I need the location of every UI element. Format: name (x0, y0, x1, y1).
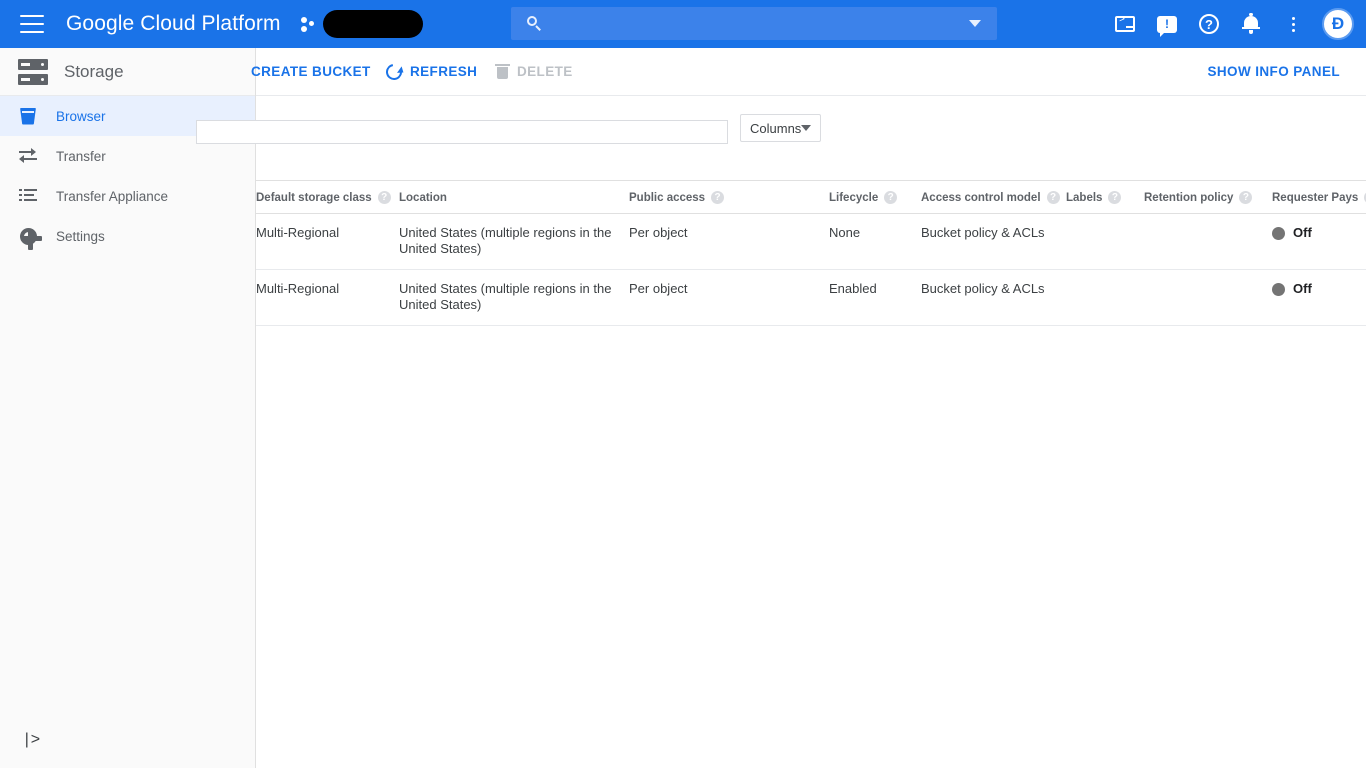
action-toolbar: CREATE BUCKET REFRESH DELETE SHOW INFO P… (251, 48, 1366, 96)
sidebar-item-label: Settings (56, 228, 105, 244)
column-label: Access control model (921, 191, 1041, 204)
cell-location: United States (multiple regions in the U… (399, 213, 629, 270)
help-icon[interactable]: ? (1196, 11, 1222, 37)
refresh-button[interactable]: REFRESH (382, 60, 478, 83)
search-icon (527, 16, 542, 31)
help-icon[interactable]: ? (377, 191, 391, 204)
sidebar-footer: |> (0, 720, 256, 760)
more-options-icon[interactable] (1280, 11, 1306, 37)
table-body: Multi-Regional United States (multiple r… (256, 213, 1366, 326)
appliance-list-icon (0, 188, 56, 204)
cell-lifecycle: Enabled (829, 269, 921, 326)
chevron-down-icon (801, 125, 812, 131)
sidebar-item-label: Browser (56, 108, 106, 124)
create-bucket-button[interactable]: CREATE BUCKET (251, 64, 371, 79)
create-bucket-label: CREATE BUCKET (251, 64, 371, 79)
column-header-requester-pays[interactable]: Requester Pays ? (1272, 180, 1366, 214)
cell-public-access: Per object (629, 269, 829, 326)
column-label: Requester Pays (1272, 191, 1359, 204)
help-icon[interactable]: ? (1108, 191, 1122, 204)
cell-retention-policy (1144, 213, 1272, 270)
column-header-location[interactable]: Location (399, 180, 629, 214)
main-content: CREATE BUCKET REFRESH DELETE SHOW INFO P… (196, 48, 1366, 768)
columns-dropdown[interactable]: Columns (740, 114, 821, 142)
column-label: Retention policy (1144, 191, 1234, 204)
cell-storage-class: Multi-Regional (256, 213, 399, 270)
trash-icon (495, 64, 510, 79)
gear-icon (0, 227, 56, 250)
sidebar-item-label: Transfer Appliance (56, 188, 169, 204)
delete-label: DELETE (517, 64, 573, 79)
cell-location: United States (multiple regions in the U… (399, 269, 629, 326)
help-icon[interactable]: ? (884, 191, 898, 204)
column-header-retention-policy[interactable]: Retention policy ? (1144, 180, 1272, 214)
column-header-labels[interactable]: Labels ? (1066, 180, 1144, 214)
cell-access-control-model: Bucket policy & ACLs (921, 269, 1066, 326)
buckets-table-wrapper: Default storage class ? Location Public … (256, 180, 1366, 326)
sidebar-header: Storage (0, 48, 255, 96)
requester-pays-label: Off (1293, 281, 1312, 296)
refresh-label: REFRESH (410, 64, 478, 79)
help-icon[interactable]: ? (1046, 191, 1060, 204)
filter-input[interactable] (197, 121, 727, 143)
column-header-default-storage-class[interactable]: Default storage class ? (256, 180, 399, 214)
header-actions: ! ? Ɖ (1112, 0, 1354, 48)
project-dots-icon (300, 15, 317, 33)
feedback-icon[interactable]: ! (1154, 11, 1180, 37)
sidebar: Storage Browser Transfer Transfer Applia… (0, 48, 256, 768)
column-label: Public access (629, 191, 706, 204)
cell-storage-class: Multi-Regional (256, 269, 399, 326)
refresh-icon (382, 60, 406, 83)
cell-requester-pays: Off (1272, 269, 1366, 326)
column-label: Labels (1066, 191, 1103, 204)
requester-pays-status-dot (1272, 282, 1285, 296)
product-title: Storage (64, 61, 124, 81)
page-title: Google Cloud Platform (66, 12, 281, 35)
column-label: Default storage class (256, 191, 372, 204)
column-label: Lifecycle (829, 191, 879, 204)
requester-pays-label: Off (1293, 225, 1312, 240)
sidebar-item-label: Transfer (56, 148, 106, 164)
buckets-table: Default storage class ? Location Public … (256, 180, 1366, 326)
column-header-access-control-model[interactable]: Access control model ? (921, 180, 1066, 214)
column-header-public-access[interactable]: Public access ? (629, 180, 829, 214)
filter-field[interactable] (196, 120, 728, 144)
cell-retention-policy (1144, 269, 1272, 326)
bucket-icon (0, 107, 56, 125)
project-selector[interactable] (322, 10, 423, 38)
cell-access-control-model: Bucket policy & ACLs (921, 213, 1066, 270)
table-header: Default storage class ? Location Public … (256, 180, 1366, 214)
top-app-bar: Google Cloud Platform ! ? Ɖ (0, 0, 1366, 48)
table-header-row: Default storage class ? Location Public … (256, 180, 1366, 214)
filter-toolbar: Columns (196, 96, 1366, 164)
storage-icon (18, 58, 48, 85)
cell-labels (1066, 213, 1144, 270)
search-input[interactable] (554, 15, 969, 32)
sidebar-item-transfer-appliance[interactable]: Transfer Appliance (0, 176, 255, 216)
expand-panel-icon[interactable]: |> (22, 731, 40, 749)
table-row[interactable]: Multi-Regional United States (multiple r… (256, 213, 1366, 270)
cell-labels (1066, 269, 1144, 326)
cell-lifecycle: None (829, 213, 921, 270)
delete-button: DELETE (495, 64, 573, 79)
search-chevron-down-icon[interactable] (969, 20, 981, 27)
notifications-icon[interactable] (1238, 11, 1264, 37)
transfer-arrows-icon (0, 148, 56, 163)
cell-requester-pays: Off (1272, 213, 1366, 270)
requester-pays-status-dot (1272, 226, 1285, 240)
show-info-panel-button[interactable]: SHOW INFO PANEL (1208, 64, 1341, 79)
hamburger-menu-icon[interactable] (20, 15, 44, 33)
global-search[interactable] (511, 7, 997, 40)
sidebar-item-settings[interactable]: Settings (0, 216, 255, 256)
columns-label: Columns (750, 120, 802, 136)
cloud-shell-icon[interactable] (1112, 11, 1138, 37)
help-icon[interactable]: ? (711, 191, 725, 204)
table-row[interactable]: Multi-Regional United States (multiple r… (256, 269, 1366, 326)
avatar[interactable]: Ɖ (1322, 8, 1354, 40)
column-label: Location (399, 191, 447, 204)
help-icon[interactable]: ? (1239, 191, 1253, 204)
column-header-lifecycle[interactable]: Lifecycle ? (829, 180, 921, 214)
cell-public-access: Per object (629, 213, 829, 270)
